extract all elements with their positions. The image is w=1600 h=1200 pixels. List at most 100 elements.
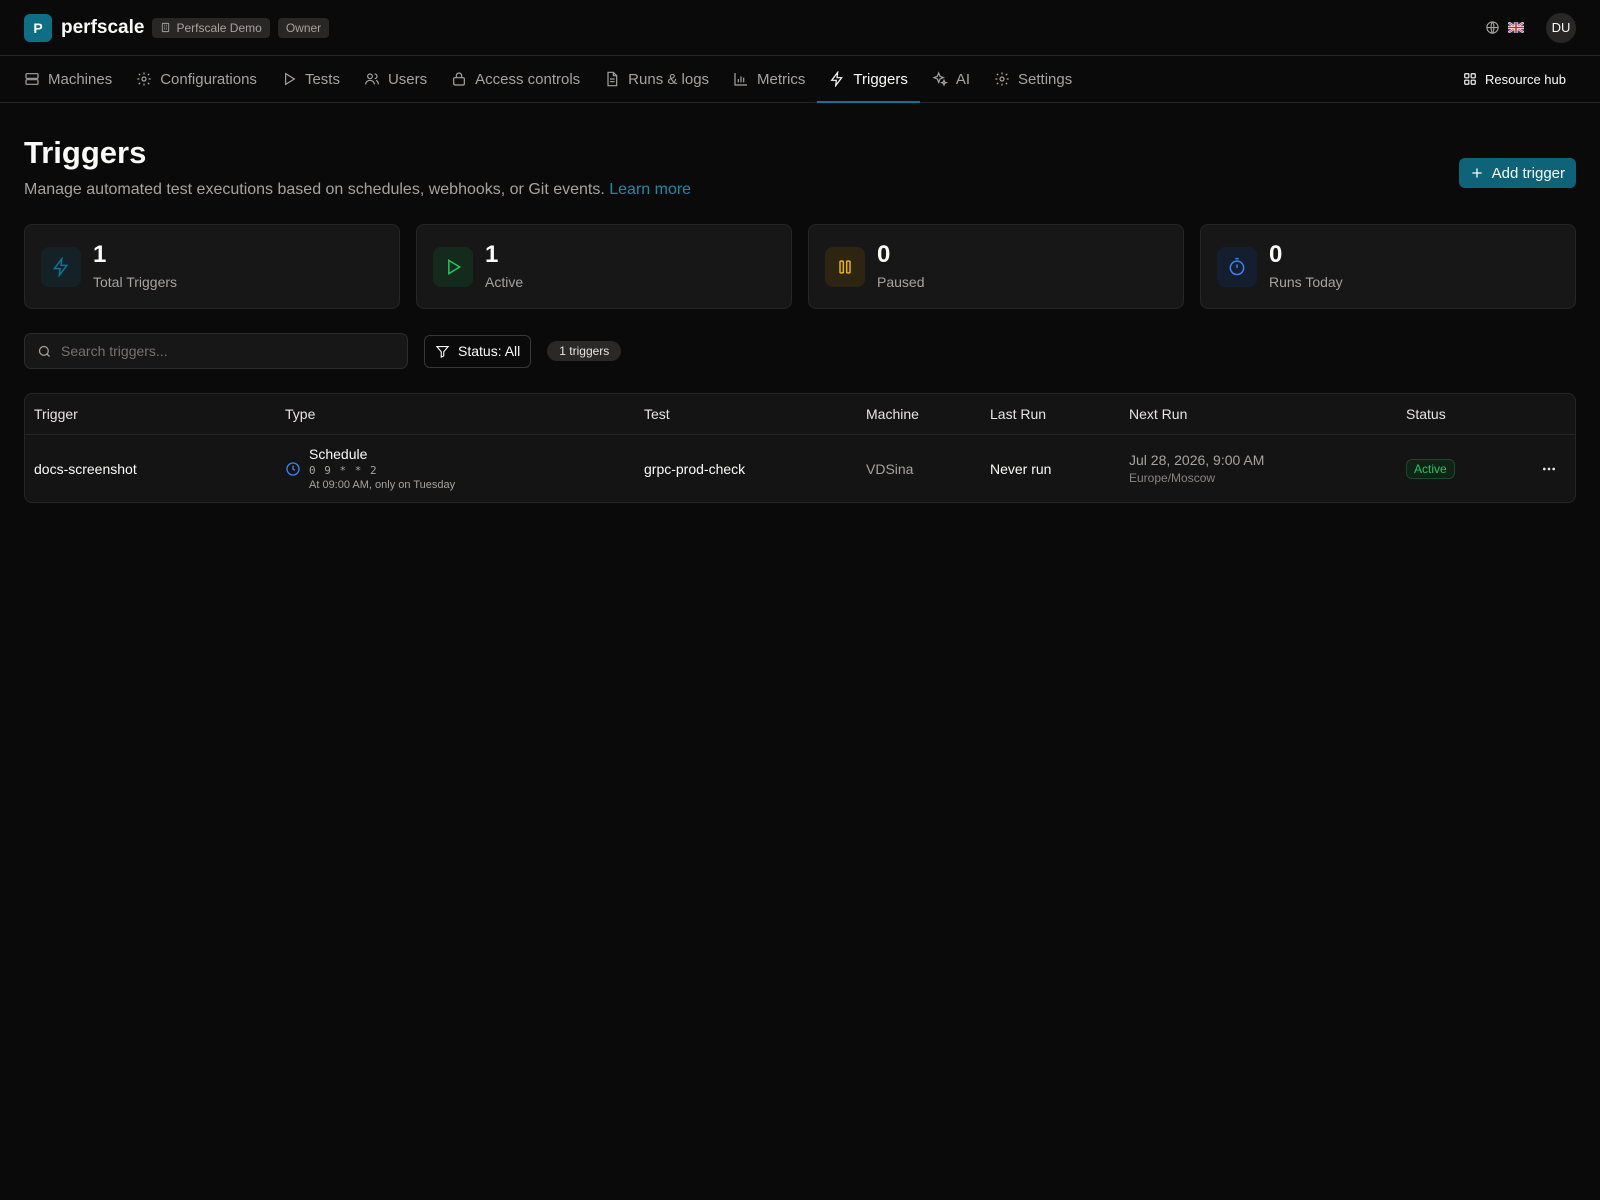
gear-icon bbox=[994, 71, 1010, 87]
stat-label: Active bbox=[485, 274, 524, 290]
tab-label: Metrics bbox=[757, 70, 806, 88]
stat-card-active: 1 Active bbox=[416, 224, 792, 309]
more-horizontal-icon bbox=[1541, 461, 1557, 477]
test-name: grpc-prod-check bbox=[644, 460, 746, 477]
machine-name: VDSina bbox=[866, 460, 914, 477]
building-icon bbox=[160, 22, 171, 33]
column-header[interactable]: Next Run bbox=[1129, 406, 1406, 422]
trigger-type: Schedule bbox=[309, 446, 368, 462]
toolbar: Status: All 1 triggers bbox=[24, 333, 1576, 369]
tab-label: Users bbox=[387, 70, 428, 88]
resource-hub-label: Resource hub bbox=[1485, 71, 1566, 87]
tab-tests[interactable]: Tests bbox=[269, 56, 352, 102]
tab-label: Settings bbox=[1018, 70, 1073, 88]
learn-more-link[interactable]: Learn more bbox=[609, 181, 691, 198]
search-icon bbox=[37, 344, 52, 359]
stat-value: 0 bbox=[1269, 241, 1283, 268]
filter-label: Status: All bbox=[458, 343, 521, 359]
trigger-name[interactable]: docs-screenshot bbox=[34, 461, 137, 477]
tab-label: Access controls bbox=[475, 70, 581, 88]
logo: P bbox=[24, 13, 52, 42]
tab-triggers[interactable]: Triggers bbox=[817, 56, 921, 103]
avatar[interactable]: DU bbox=[1546, 12, 1576, 43]
stat-label: Total Triggers bbox=[93, 274, 178, 290]
bar-chart-icon bbox=[733, 71, 749, 87]
main-nav: Machines Configurations Tests Users Acce… bbox=[0, 56, 1600, 103]
timer-icon bbox=[1217, 246, 1257, 287]
stat-card-runs-today: 0 Runs Today bbox=[1200, 224, 1576, 309]
search-box bbox=[24, 333, 408, 369]
resource-hub-button[interactable]: Resource hub bbox=[1463, 56, 1576, 102]
tab-label: Tests bbox=[304, 70, 340, 88]
row-actions-button[interactable] bbox=[1541, 461, 1557, 477]
stat-card-total: 1 Total Triggers bbox=[24, 224, 400, 309]
tab-ai[interactable]: AI bbox=[920, 56, 982, 102]
next-run-timezone: Europe/Moscow bbox=[1129, 471, 1216, 485]
pause-icon bbox=[825, 246, 865, 287]
tab-configurations[interactable]: Configurations bbox=[124, 56, 269, 102]
stat-label: Paused bbox=[877, 274, 925, 290]
table-header: Trigger Type Test Machine Last Run Next … bbox=[25, 394, 1575, 435]
add-trigger-label: Add trigger bbox=[1491, 164, 1565, 182]
status-filter-button[interactable]: Status: All bbox=[424, 334, 532, 368]
globe-icon[interactable] bbox=[1485, 20, 1500, 35]
column-header[interactable]: Type bbox=[285, 406, 644, 422]
tab-label: AI bbox=[955, 70, 971, 88]
column-header[interactable]: Test bbox=[644, 406, 866, 422]
tab-label: Machines bbox=[48, 70, 113, 88]
brand-name: perfscale bbox=[61, 16, 145, 38]
clock-icon bbox=[285, 461, 301, 477]
users-icon bbox=[364, 71, 380, 87]
tab-metrics[interactable]: Metrics bbox=[721, 56, 817, 102]
org-badge[interactable]: Perfscale Demo bbox=[152, 17, 270, 38]
add-trigger-button[interactable]: Add trigger bbox=[1458, 158, 1576, 188]
lock-icon bbox=[451, 71, 467, 87]
org-name: Perfscale Demo bbox=[176, 20, 262, 35]
column-header[interactable]: Machine bbox=[866, 406, 990, 422]
play-icon bbox=[433, 246, 473, 287]
stat-value: 1 bbox=[93, 241, 107, 268]
server-icon bbox=[24, 71, 40, 87]
filter-icon bbox=[435, 344, 450, 359]
uk-flag-icon[interactable] bbox=[1508, 22, 1524, 33]
tab-users[interactable]: Users bbox=[352, 56, 439, 102]
grid-icon bbox=[1463, 72, 1477, 86]
brand[interactable]: P perfscale bbox=[24, 13, 145, 42]
document-icon bbox=[604, 71, 620, 87]
gear-icon bbox=[136, 71, 152, 87]
tab-runs-logs[interactable]: Runs & logs bbox=[592, 56, 721, 102]
column-header[interactable]: Trigger bbox=[25, 406, 285, 422]
status-badge: Active bbox=[1406, 458, 1455, 479]
top-bar: P perfscale Perfscale Demo Owner DU bbox=[0, 0, 1600, 56]
subtitle-text: Manage automated test executions based o… bbox=[24, 181, 605, 198]
page-title: Triggers bbox=[24, 135, 147, 170]
search-input[interactable] bbox=[61, 343, 395, 359]
stat-value: 1 bbox=[485, 241, 499, 268]
tab-access-controls[interactable]: Access controls bbox=[439, 56, 592, 102]
last-run: Never run bbox=[990, 460, 1052, 477]
stat-value: 0 bbox=[877, 241, 891, 268]
triggers-count-badge: 1 triggers bbox=[547, 341, 622, 361]
stat-card-paused: 0 Paused bbox=[808, 224, 1184, 309]
column-header[interactable]: Last Run bbox=[990, 406, 1129, 422]
cron-description: At 09:00 AM, only on Tuesday bbox=[309, 479, 456, 491]
page-subtitle: Manage automated test executions based o… bbox=[24, 181, 691, 199]
sparkles-icon bbox=[932, 71, 948, 87]
tab-machines[interactable]: Machines bbox=[12, 56, 124, 102]
cron-expression: 0 9 * * 2 bbox=[309, 464, 378, 477]
triggers-table: Trigger Type Test Machine Last Run Next … bbox=[24, 393, 1576, 503]
tab-label: Runs & logs bbox=[628, 70, 710, 88]
column-header[interactable]: Status bbox=[1406, 406, 1526, 422]
tab-settings[interactable]: Settings bbox=[982, 56, 1084, 102]
play-icon bbox=[281, 71, 297, 87]
lightning-icon bbox=[829, 71, 845, 87]
stats-row: 1 Total Triggers 1 Active 0 Paused 0 Run… bbox=[24, 224, 1576, 309]
table-row[interactable]: docs-screenshot Schedule 0 9 * * 2 At 09… bbox=[25, 435, 1575, 502]
next-run: Jul 28, 2026, 9:00 AM bbox=[1129, 452, 1265, 468]
role-badge: Owner bbox=[277, 17, 330, 38]
plus-icon bbox=[1470, 166, 1484, 180]
tab-label: Triggers bbox=[853, 70, 908, 88]
lightning-icon bbox=[41, 246, 81, 287]
stat-label: Runs Today bbox=[1269, 274, 1343, 290]
tab-label: Configurations bbox=[160, 70, 257, 88]
